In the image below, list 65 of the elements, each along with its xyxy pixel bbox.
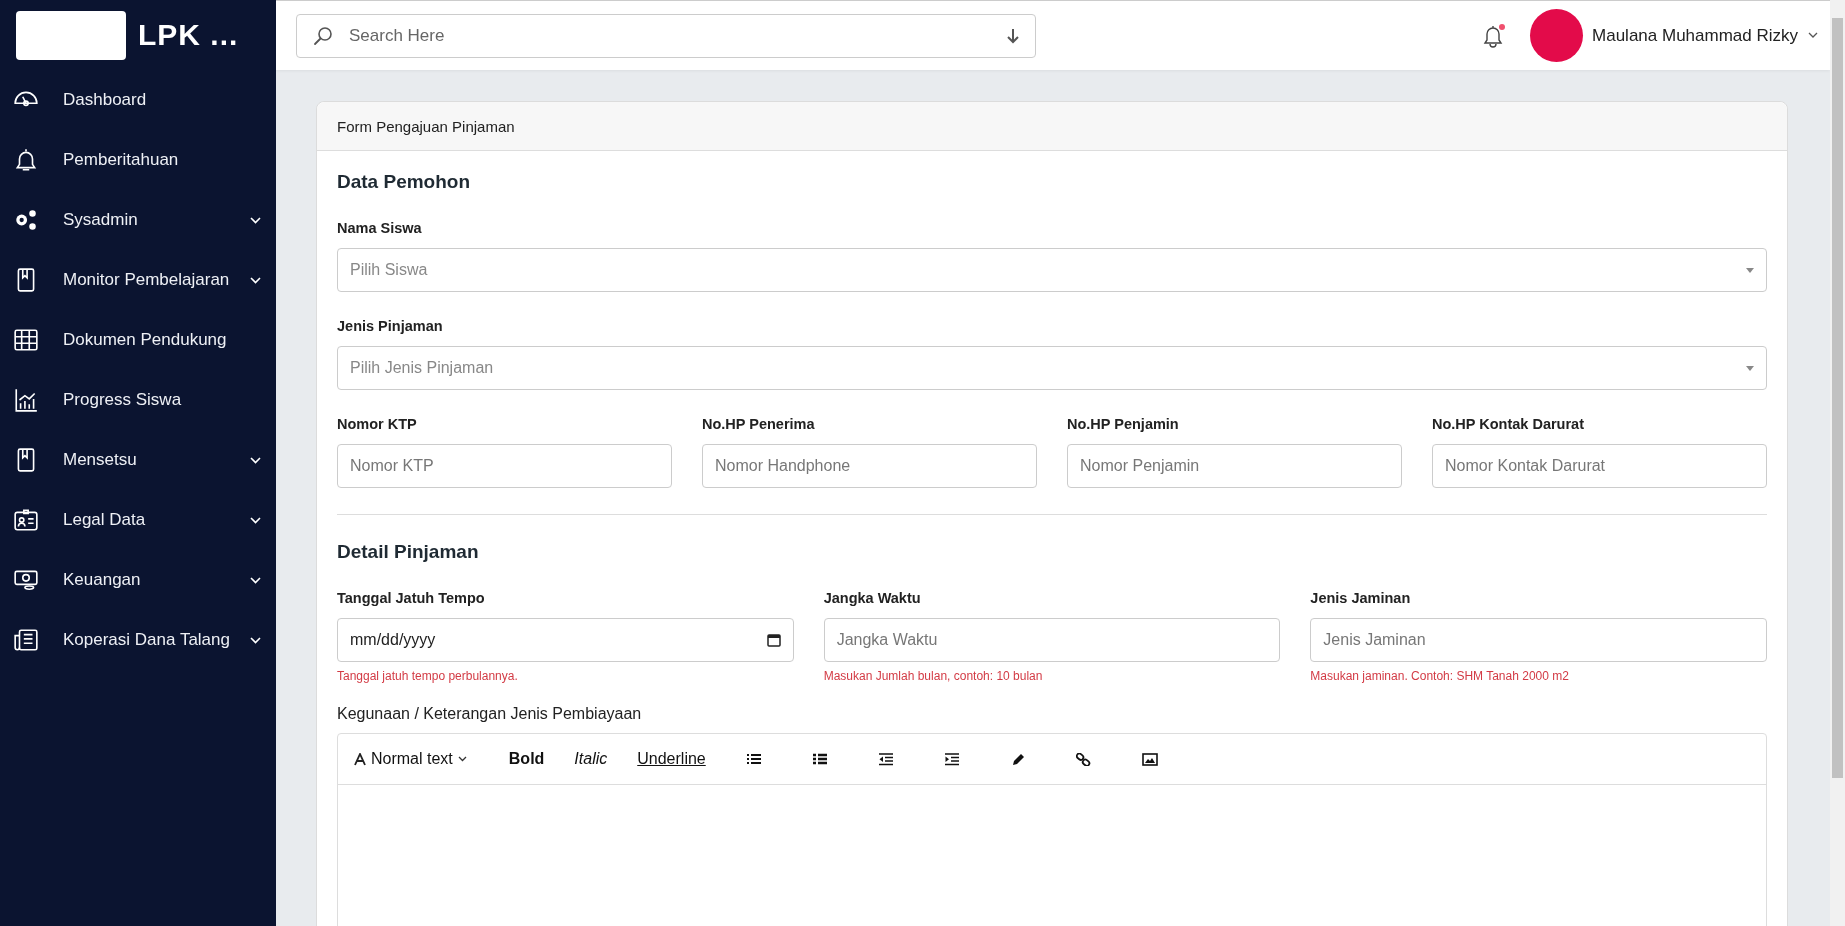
sidebar-item[interactable]: Sysadmin: [0, 190, 276, 250]
input-field[interactable]: Jangka Waktu: [823, 618, 1281, 662]
sidebar-item[interactable]: Progress Siswa: [0, 370, 276, 430]
sidebar-item[interactable]: Monitor Pembelajaran: [0, 250, 276, 310]
sidebar-item[interactable]: Pemberitahuan: [0, 130, 276, 190]
field-label: Jangka Waktu: [823, 590, 922, 606]
input-field[interactable]: Nomor KTP: [337, 444, 672, 488]
text-style-dropdown[interactable]: Normal text: [354, 750, 467, 768]
field-label: Kegunaan / Keterangan Jenis Pembiayaan: [337, 705, 643, 723]
date-field[interactable]: mm/dd/yyyy: [337, 618, 794, 662]
field-label: Nama Siswa: [337, 220, 423, 236]
bold-button[interactable]: Bold: [508, 750, 545, 768]
card-title: Form Pengajuan Pinjaman: [337, 117, 515, 135]
chevron-down-icon: [250, 636, 261, 644]
calendar-icon[interactable]: [766, 633, 781, 647]
chevron-down-icon[interactable]: [1808, 32, 1818, 39]
helper-text: Masukan jaminan. Contoh: SHM Tanah 2000 m2: [1310, 669, 1570, 683]
id-card-icon: [13, 507, 39, 533]
helper-text: Tanggal jatuh tempo perbulannya.: [337, 669, 519, 683]
field-label: Jenis Pinjaman: [337, 318, 444, 334]
newspaper-icon: [13, 627, 39, 653]
select-field[interactable]: Pilih Jenis Pinjaman: [337, 346, 1767, 390]
input-field[interactable]: Jenis Jaminan: [1310, 618, 1767, 662]
field-label: Jenis Jaminan: [1310, 590, 1412, 606]
sidebar-item[interactable]: Dashboard: [0, 70, 276, 130]
scrollbar-thumb[interactable]: [1832, 18, 1843, 778]
sidebar-item[interactable]: Mensetsu: [0, 430, 276, 490]
table-icon: [13, 327, 39, 353]
bell-icon: [13, 147, 39, 173]
scrollbar[interactable]: [1830, 0, 1845, 926]
user-avatar[interactable]: [1530, 9, 1584, 62]
chevron-down-icon: [250, 276, 261, 284]
field-label: Tanggal Jatuh Tempo: [337, 590, 486, 606]
input-field[interactable]: Nomor Kontak Darurat: [1432, 444, 1767, 488]
select-field[interactable]: Pilih Siswa: [337, 248, 1767, 292]
chevron-down-icon: [250, 216, 261, 224]
search-icon: [313, 25, 333, 46]
section-heading: Data Pemohon: [337, 171, 472, 193]
field-label: Nomor KTP: [337, 416, 418, 432]
chevron-down-icon: [250, 516, 261, 524]
helper-text: Masukan Jumlah bulan, contoh: 10 bulan: [823, 669, 1044, 683]
italic-button[interactable]: Italic: [574, 750, 608, 768]
sidebar-item[interactable]: Dokumen Pendukung: [0, 310, 276, 370]
field-label: No.HP Kontak Darurat: [1432, 416, 1585, 432]
chart-icon: [13, 387, 39, 413]
field-label: No.HP Penjamin: [1067, 416, 1180, 432]
brand-title: LPK ...: [138, 18, 239, 52]
sidebar-item[interactable]: Koperasi Dana Talang: [0, 610, 276, 670]
chevron-down-icon: [250, 576, 261, 584]
sidebar-item[interactable]: Keuangan: [0, 550, 276, 610]
chevron-down-icon: [457, 756, 467, 762]
notification-bell-icon[interactable]: [1482, 23, 1505, 48]
input-field[interactable]: Nomor Handphone: [702, 444, 1037, 488]
underline-button[interactable]: Underline: [637, 750, 706, 768]
chevron-down-icon: [250, 456, 261, 464]
caret-icon: [1746, 365, 1754, 371]
sidebar-item[interactable]: Legal Data: [0, 490, 276, 550]
font-icon: [354, 752, 366, 766]
field-label: No.HP Penerima: [702, 416, 816, 432]
caret-icon: [1746, 267, 1754, 273]
user-name[interactable]: Maulana Muhammad Rizky: [1592, 25, 1798, 46]
section-heading: Detail Pinjaman: [337, 541, 480, 563]
arrow-down-icon[interactable]: [1007, 27, 1019, 44]
input-field[interactable]: Nomor Penjamin: [1067, 444, 1402, 488]
search-field[interactable]: Search Here: [296, 13, 1036, 58]
